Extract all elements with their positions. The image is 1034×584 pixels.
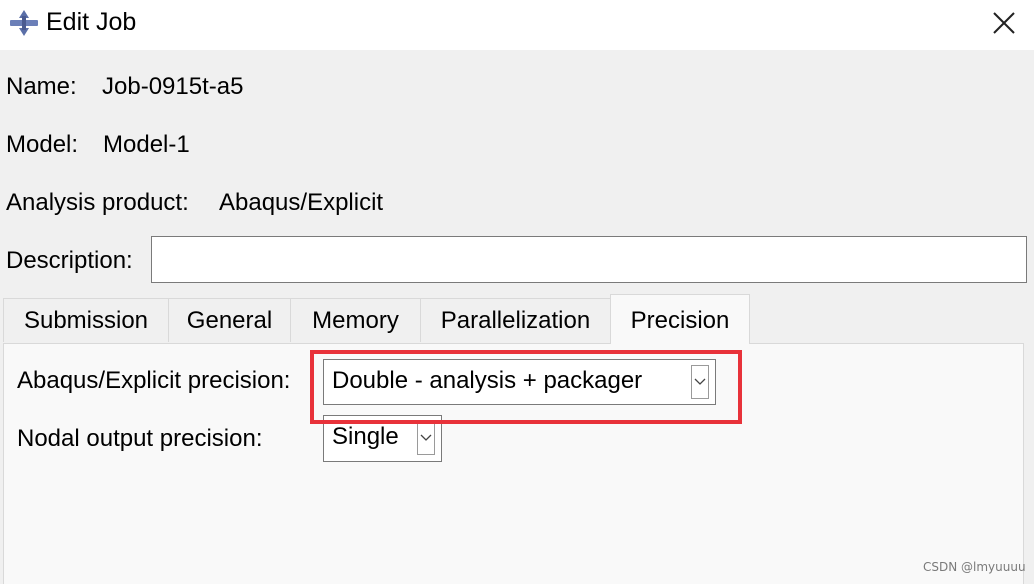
chevron-down-icon: [694, 378, 706, 385]
tab-memory[interactable]: Memory: [290, 298, 421, 342]
nodal-output-precision-select[interactable]: Single: [323, 415, 442, 462]
model-label: Model:: [6, 131, 79, 158]
explicit-precision-select[interactable]: Double - analysis + packager: [323, 359, 716, 405]
dropdown-button[interactable]: [691, 365, 709, 399]
nodal-output-precision-label: Nodal output precision:: [17, 425, 263, 452]
name-value: Job-0915t-a5: [102, 73, 244, 100]
title-bar: Edit Job: [0, 0, 1034, 50]
dropdown-button[interactable]: [417, 421, 435, 455]
explicit-precision-label: Abaqus/Explicit precision:: [17, 367, 291, 394]
description-input[interactable]: [151, 236, 1027, 283]
explicit-precision-value: Double - analysis + packager: [332, 367, 643, 394]
tab-parallelization[interactable]: Parallelization: [420, 298, 611, 342]
window-title: Edit Job: [46, 8, 137, 36]
watermark: CSDN @lmyuuuu: [923, 560, 1026, 574]
name-label: Name:: [6, 73, 77, 100]
close-button[interactable]: [986, 6, 1022, 40]
analysis-product-value: Abaqus/Explicit: [219, 189, 384, 216]
tab-submission[interactable]: Submission: [3, 298, 169, 342]
chevron-down-icon: [420, 434, 432, 441]
abaqus-logo-icon: [9, 10, 39, 36]
tab-general[interactable]: General: [168, 298, 291, 342]
model-value: Model-1: [103, 131, 190, 158]
nodal-output-precision-value: Single: [332, 423, 399, 450]
analysis-product-label: Analysis product:: [6, 189, 189, 216]
close-icon: [993, 12, 1015, 34]
description-label: Description:: [6, 247, 133, 274]
tab-precision[interactable]: Precision: [610, 294, 750, 344]
